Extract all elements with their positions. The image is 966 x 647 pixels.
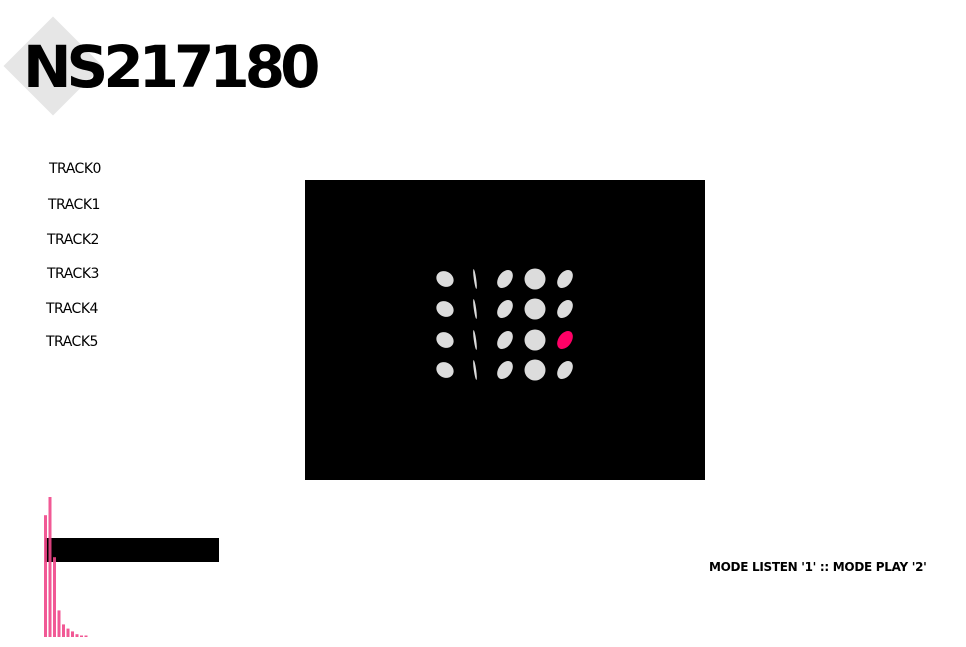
- note-cell[interactable]: [524, 359, 546, 381]
- note-cell-active[interactable]: [554, 328, 576, 352]
- level-meter-bar: [57, 610, 61, 637]
- note-cell[interactable]: [494, 297, 516, 321]
- track-item-3[interactable]: TRACK3: [47, 265, 99, 283]
- level-meter-bar: [84, 635, 88, 637]
- note-cell[interactable]: [524, 268, 546, 290]
- note-cell[interactable]: [554, 297, 576, 321]
- note-cell[interactable]: [433, 268, 456, 290]
- track-item-5[interactable]: TRACK5: [46, 333, 98, 351]
- note-cell[interactable]: [554, 267, 576, 291]
- track-item-4[interactable]: TRACK4: [46, 300, 98, 318]
- note-cell[interactable]: [472, 269, 477, 289]
- sequencer-stage[interactable]: [305, 180, 705, 480]
- note-cell[interactable]: [433, 359, 456, 381]
- note-cell[interactable]: [494, 267, 516, 291]
- note-cell[interactable]: [472, 299, 477, 319]
- level-meter-bar: [66, 628, 70, 637]
- level-meter-bar: [71, 631, 74, 637]
- note-cell[interactable]: [554, 358, 576, 382]
- level-meter: [40, 490, 240, 640]
- note-cell[interactable]: [494, 328, 516, 352]
- track-item-0[interactable]: TRACK0: [49, 160, 101, 178]
- note-cell[interactable]: [524, 329, 546, 351]
- track-list: TRACK0 TRACK1 TRACK2 TRACK3 TRACK4 TRACK…: [0, 0, 200, 400]
- level-meter-bar: [44, 515, 47, 637]
- mode-instructions: MODE LISTEN '1' :: MODE PLAY '2': [709, 560, 927, 574]
- level-meter-bar: [48, 497, 52, 637]
- note-cell[interactable]: [433, 329, 456, 351]
- level-meter-bar: [80, 635, 83, 637]
- level-meter-bar: [53, 557, 56, 637]
- note-cell[interactable]: [472, 360, 477, 380]
- note-cell[interactable]: [494, 358, 516, 382]
- level-meter-bar: [62, 624, 65, 637]
- note-cell[interactable]: [433, 298, 456, 320]
- note-cell[interactable]: [472, 330, 477, 350]
- level-meter-bar: [75, 634, 79, 637]
- note-grid: [433, 267, 576, 382]
- level-meter-graphic: [44, 497, 219, 637]
- level-meter-bar-black: [45, 538, 219, 562]
- note-cell[interactable]: [524, 298, 546, 320]
- track-item-2[interactable]: TRACK2: [47, 231, 99, 249]
- track-item-1[interactable]: TRACK1: [48, 196, 100, 214]
